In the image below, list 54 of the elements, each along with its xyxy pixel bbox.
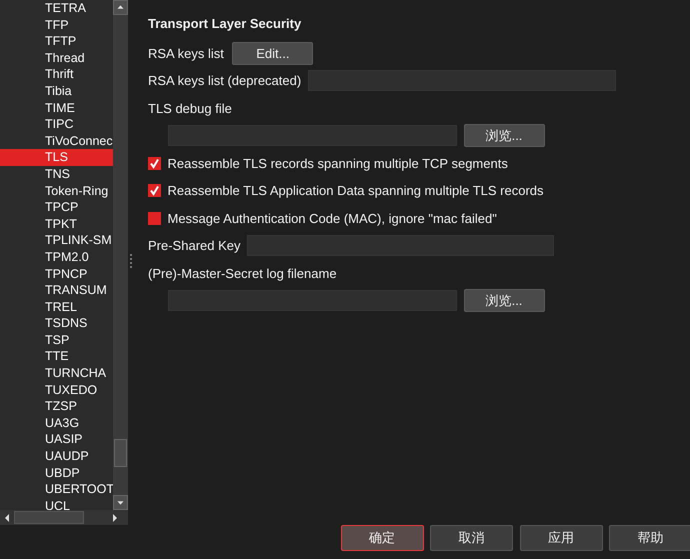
field-label: Pre-Shared Key bbox=[148, 237, 240, 255]
protocol-list-item[interactable]: TNS bbox=[0, 166, 113, 183]
browse-button[interactable]: 浏览... bbox=[464, 289, 544, 312]
protocol-list-item[interactable]: TUXEDO bbox=[0, 382, 113, 398]
protocol-list-item[interactable]: TSP bbox=[0, 332, 113, 348]
protocol-list-item[interactable]: TIPC bbox=[0, 116, 113, 133]
field-label: TLS debug file bbox=[148, 100, 232, 118]
protocol-list-item[interactable]: TFTP bbox=[0, 33, 113, 50]
scrollbar-thumb[interactable] bbox=[14, 511, 84, 524]
dialog-button[interactable]: 取消 bbox=[430, 525, 513, 551]
protocol-list-item[interactable]: TPNCP bbox=[0, 266, 113, 282]
protocol-list-item[interactable]: TSDNS bbox=[0, 315, 113, 332]
protocol-list-item[interactable]: TiVoConnec bbox=[0, 132, 113, 150]
protocol-list-item[interactable]: UCL bbox=[0, 498, 113, 510]
checkbox-label: Reassemble TLS records spanning multiple TCP segments bbox=[168, 154, 508, 173]
scroll-down-icon[interactable] bbox=[113, 495, 128, 510]
protocol-list-item[interactable]: TFP bbox=[0, 16, 113, 34]
field-label: RSA keys list (deprecated) bbox=[148, 72, 302, 90]
protocol-list-item[interactable]: TTE bbox=[0, 348, 113, 366]
field-label: (Pre)-Master-Secret log filename bbox=[148, 264, 337, 283]
splitter-handle-icon[interactable] bbox=[128, 254, 134, 270]
checkbox[interactable] bbox=[148, 212, 161, 225]
edit-button[interactable]: Edit... bbox=[232, 42, 314, 65]
dialog-button[interactable]: 帮助 bbox=[609, 525, 690, 551]
protocol-list-item[interactable]: TPCP bbox=[0, 199, 113, 216]
protocol-list-item[interactable]: TPM2.0 bbox=[0, 248, 113, 266]
protocol-list-item[interactable]: TIME bbox=[0, 100, 113, 116]
checkbox[interactable] bbox=[148, 184, 161, 198]
protocol-list-item[interactable]: Thread bbox=[0, 50, 113, 66]
browse-button[interactable]: 浏览... bbox=[464, 124, 544, 148]
protocol-list-item[interactable]: TETRA bbox=[0, 0, 113, 17]
protocol-list-item[interactable]: TZSP bbox=[0, 398, 113, 415]
dialog-button[interactable]: 应用 bbox=[520, 525, 602, 551]
protocol-list-item[interactable]: TREL bbox=[0, 298, 113, 316]
protocol-list-item[interactable]: UAUDP bbox=[0, 448, 113, 465]
protocol-list-item[interactable]: Tibia bbox=[0, 82, 113, 100]
protocol-list-item[interactable]: TPLINK-SM bbox=[0, 232, 113, 249]
protocol-list-item[interactable]: TLS bbox=[0, 149, 113, 166]
protocol-list-item[interactable]: UBDP bbox=[0, 464, 113, 482]
dialog-button[interactable]: 确定 bbox=[340, 525, 424, 551]
protocol-list-item[interactable]: TRANSUM bbox=[0, 282, 113, 299]
checkbox[interactable] bbox=[148, 156, 161, 170]
protocol-list-item[interactable]: Thrift bbox=[0, 66, 113, 83]
field-label: RSA keys list bbox=[148, 44, 224, 63]
protocol-list-item[interactable]: UA3G bbox=[0, 414, 113, 432]
protocol-list-item[interactable]: TURNCHA bbox=[0, 365, 113, 382]
section-title: Transport Layer Security bbox=[148, 15, 302, 33]
protocol-list-item[interactable]: UASIP bbox=[0, 431, 113, 448]
checkbox-label: Message Authentication Code (MAC), ignore "mac failed" bbox=[168, 210, 497, 228]
checkbox-label: Reassemble TLS Application Data spanning multiple TLS records bbox=[168, 182, 544, 200]
protocol-list-item[interactable]: TPKT bbox=[0, 216, 113, 232]
scroll-up-icon[interactable] bbox=[113, 0, 128, 15]
scrollbar-thumb[interactable] bbox=[114, 438, 127, 466]
protocol-list-item[interactable]: Token-Ring bbox=[0, 182, 113, 200]
